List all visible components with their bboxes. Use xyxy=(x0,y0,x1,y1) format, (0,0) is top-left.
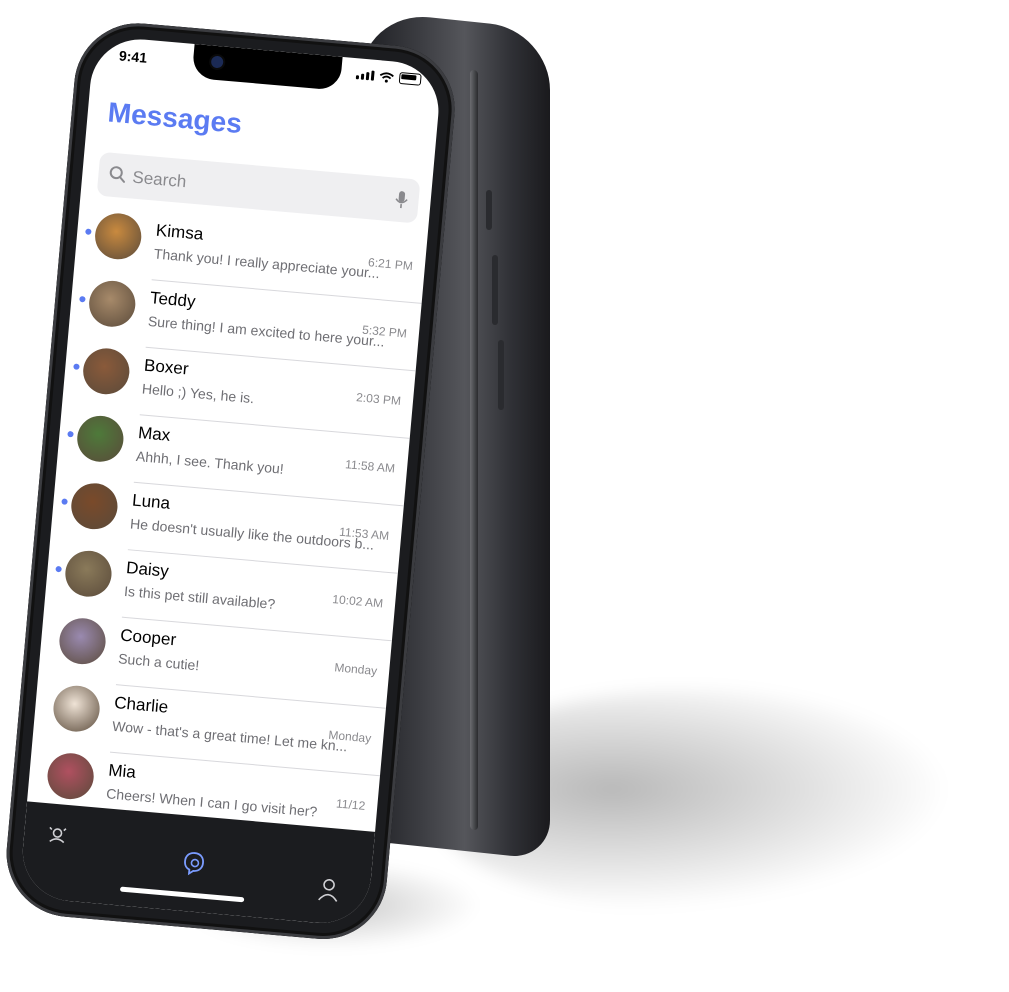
microphone-icon[interactable] xyxy=(394,190,410,211)
contact-name: Teddy xyxy=(149,288,197,312)
message-preview: Hello ;) Yes, he is. xyxy=(141,380,255,407)
contact-name: Luna xyxy=(131,490,171,513)
unread-dot xyxy=(55,565,62,573)
message-preview: He doesn't usually like the outdoors b..… xyxy=(129,515,375,553)
avatar xyxy=(45,751,96,802)
contact-name: Kimsa xyxy=(155,220,205,244)
phone-front: 9:41 Messages Search Kimsa 6:21 PM Thank… xyxy=(1,18,461,945)
side-button-top xyxy=(486,190,492,230)
battery-icon xyxy=(398,71,422,86)
status-icons xyxy=(355,68,422,86)
camera-icon xyxy=(210,55,224,69)
notch xyxy=(191,44,343,91)
phone-screen: 9:41 Messages Search Kimsa 6:21 PM Thank… xyxy=(18,35,443,928)
contact-name: Daisy xyxy=(125,558,170,581)
message-preview: Sure thing! I am excited to here your... xyxy=(147,313,386,350)
pet-icon[interactable] xyxy=(45,823,69,847)
message-time: 10:02 AM xyxy=(331,592,384,611)
unread-dot xyxy=(67,430,74,438)
unread-dot xyxy=(61,498,68,505)
avatar xyxy=(57,616,108,667)
search-icon xyxy=(109,166,126,183)
message-time: Monday xyxy=(333,660,378,678)
avatar xyxy=(75,413,126,464)
message-preview: Ahhh, I see. Thank you! xyxy=(135,447,285,477)
side-button-mid xyxy=(492,255,498,325)
contact-name: Max xyxy=(137,423,172,445)
avatar xyxy=(87,278,138,329)
avatar xyxy=(93,211,144,262)
contact-name: Boxer xyxy=(143,355,190,379)
unread-dot xyxy=(79,295,86,303)
message-time: 11/12 xyxy=(335,796,366,813)
phone-side-edge xyxy=(470,69,478,831)
message-preview: Is this pet still available? xyxy=(123,582,276,613)
search-input[interactable]: Search xyxy=(132,168,188,193)
unread-dot xyxy=(73,363,80,370)
unread-dot xyxy=(85,228,92,235)
wifi-icon xyxy=(379,71,394,83)
avatar xyxy=(69,481,120,532)
avatar xyxy=(81,346,132,397)
contact-name: Cooper xyxy=(119,625,177,650)
home-indicator[interactable] xyxy=(119,886,245,903)
page-title: Messages xyxy=(106,96,244,140)
message-preview: Such a cutie! xyxy=(117,650,200,674)
signal-icon xyxy=(355,69,375,81)
scene: 9:41 Messages Search Kimsa 6:21 PM Thank… xyxy=(0,0,1009,992)
message-time: 2:03 PM xyxy=(355,390,402,409)
avatar xyxy=(63,548,114,599)
avatar xyxy=(51,683,102,734)
contact-name: Charlie xyxy=(113,693,170,717)
chat-icon[interactable] xyxy=(180,849,208,877)
contact-name: Mia xyxy=(107,760,137,782)
message-preview: Wow - that's a great time! Let me kn... xyxy=(111,717,349,755)
side-button-low xyxy=(498,340,504,410)
status-time: 9:41 xyxy=(118,47,148,66)
profile-icon[interactable] xyxy=(317,877,341,903)
message-preview: Thank you! I really appreciate your... xyxy=(153,245,381,282)
message-time: 11:58 AM xyxy=(344,457,396,476)
